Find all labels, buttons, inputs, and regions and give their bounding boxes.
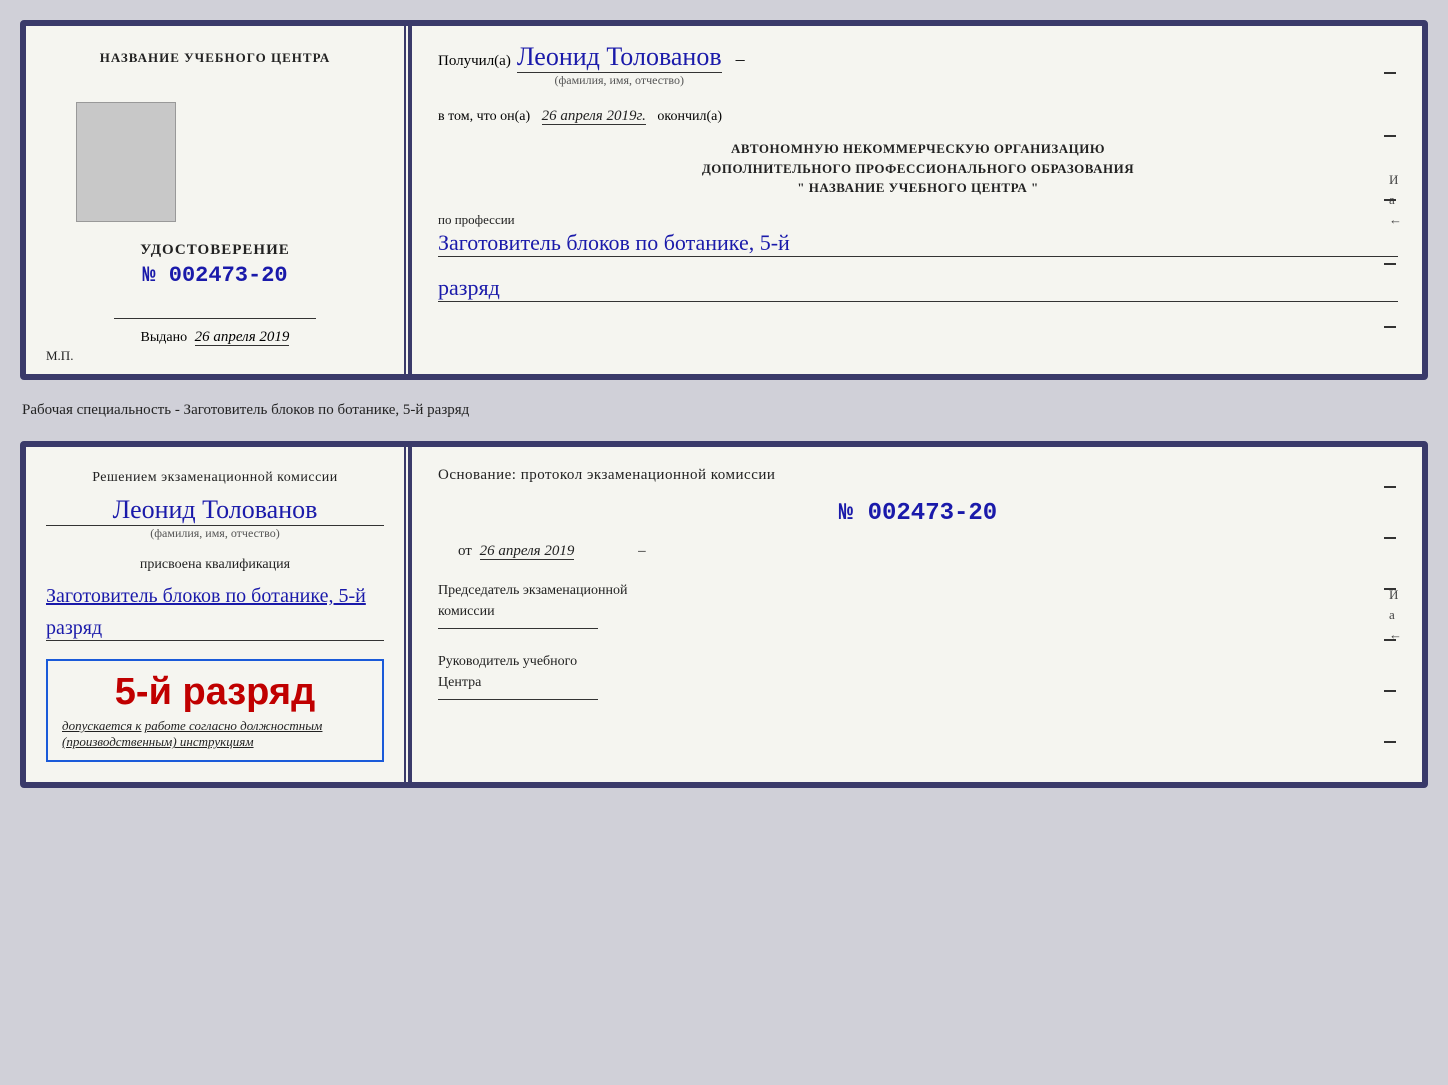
qualification-card: Решением экзаменационной комиссии Леонид… <box>20 441 1428 788</box>
org-line1: АВТОНОМНУЮ НЕКОММЕРЧЕСКУЮ ОРГАНИЗАЦИЮ <box>438 139 1398 159</box>
specialty-label: Рабочая специальность - Заготовитель бло… <box>20 398 1428 423</box>
qual-left-panel: Решением экзаменационной комиссии Леонид… <box>26 447 406 782</box>
director-title: Руководитель учебного <box>438 651 1398 672</box>
side-dash-1 <box>1384 72 1396 74</box>
admit-prefix: допускается к <box>62 718 142 733</box>
org-line2: ДОПОЛНИТЕЛЬНОГО ПРОФЕССИОНАЛЬНОГО ОБРАЗО… <box>438 159 1398 179</box>
qual-right-panel: Основание: протокол экзаменационной коми… <box>414 447 1422 782</box>
qual-side-dash-5 <box>1384 690 1396 692</box>
qual-side-dash-3 <box>1384 588 1396 590</box>
certificate-card-top: НАЗВАНИЕ УЧЕБНОГО ЦЕНТРА УДОСТОВЕРЕНИЕ №… <box>20 20 1428 380</box>
admit-italic: работе согласно должностным <box>145 718 323 733</box>
chairman-title2: комиссии <box>438 601 1398 622</box>
qual-side-dash-2 <box>1384 537 1396 539</box>
director-block: Руководитель учебного Центра <box>438 651 1398 700</box>
card-divider <box>408 26 412 374</box>
decision-text: Решением экзаменационной комиссии <box>46 467 384 489</box>
qual-rank: разряд <box>46 617 384 641</box>
date-prefix: в том, что он(а) <box>438 109 530 124</box>
photo-placeholder <box>76 102 176 222</box>
received-row: Получил(а) Леонид Толованов (фамилия, им… <box>438 46 1398 88</box>
recipient-name: Леонид Толованов <box>517 42 722 72</box>
qual-profession: Заготовитель блоков по ботанике, 5-й <box>46 583 384 609</box>
grade-display: 5-й разряд <box>62 671 368 714</box>
cert-right-panel: Получил(а) Леонид Толованов (фамилия, им… <box>414 26 1422 374</box>
director-title2: Центра <box>438 672 1398 693</box>
basis-number: № 002473-20 <box>438 500 1398 527</box>
cert-left-panel: НАЗВАНИЕ УЧЕБНОГО ЦЕНТРА УДОСТОВЕРЕНИЕ №… <box>26 26 406 374</box>
basis-title: Основание: протокол экзаменационной коми… <box>438 467 1398 484</box>
edge-char-arrow: ← <box>1389 212 1402 228</box>
received-label: Получил(а) <box>438 53 511 70</box>
edge-char-i: И <box>1389 172 1402 188</box>
basis-date-row: от 26 апреля 2019 – <box>438 543 1398 560</box>
qual-side-dash-1 <box>1384 486 1396 488</box>
side-dash-2 <box>1384 135 1396 137</box>
training-center-name-top: НАЗВАНИЕ УЧЕБНОГО ЦЕНТРА <box>100 50 331 66</box>
qual-side-dash-6 <box>1384 741 1396 743</box>
issued-line: Выдано 26 апреля 2019 <box>141 329 290 354</box>
director-signature-line <box>438 699 598 700</box>
udost-label: УДОСТОВЕРЕНИЕ <box>140 242 290 259</box>
org-line3: " НАЗВАНИЕ УЧЕБНОГО ЦЕНТРА " <box>438 178 1398 198</box>
basis-date-value: 26 апреля 2019 <box>480 543 575 560</box>
side-dash-5 <box>1384 326 1396 328</box>
dash-separator: – <box>736 49 745 70</box>
profession-value: Заготовитель блоков по ботанике, 5-й <box>438 230 1398 257</box>
qual-edge-char-a: а <box>1389 607 1402 623</box>
rank-value: разряд <box>438 275 1398 302</box>
side-dash-4 <box>1384 263 1396 265</box>
basis-dash: – <box>638 543 646 559</box>
qual-right-edge-decorations: И а ← <box>1389 587 1402 643</box>
profession-block: по профессии Заготовитель блоков по бота… <box>438 212 1398 257</box>
issued-date: 26 апреля 2019 <box>195 329 290 346</box>
admit-value: работе согласно должностным <box>145 718 323 733</box>
admit-value-2: (производственным) инструкциям <box>62 734 368 750</box>
side-dash-3 <box>1384 199 1396 201</box>
admit-text: допускается к работе согласно должностны… <box>62 718 368 750</box>
date-suffix: окончил(а) <box>657 109 722 124</box>
issued-label: Выдано <box>141 330 188 345</box>
qual-person-name: Леонид Толованов <box>46 495 384 526</box>
qual-name-subtitle: (фамилия, имя, отчество) <box>150 526 279 541</box>
assigned-label: присвоена квалификация <box>46 557 384 573</box>
grade-box: 5-й разряд допускается к работе согласно… <box>46 659 384 762</box>
profession-label: по профессии <box>438 212 1398 228</box>
completion-date: 26 апреля 2019г. <box>542 108 646 125</box>
chairman-title: Председатель экзаменационной <box>438 580 1398 601</box>
mp-stamp: М.П. <box>46 348 73 364</box>
qual-side-dash-4 <box>1384 639 1396 641</box>
name-subtitle: (фамилия, имя, отчество) <box>517 72 722 88</box>
chairman-signature-line <box>438 628 598 629</box>
chairman-block: Председатель экзаменационной комиссии <box>438 580 1398 629</box>
cert-number-top: № 002473-20 <box>142 263 287 288</box>
qual-card-divider <box>408 447 412 782</box>
basis-date-prefix: от <box>458 543 472 559</box>
page-wrapper: НАЗВАНИЕ УЧЕБНОГО ЦЕНТРА УДОСТОВЕРЕНИЕ №… <box>20 20 1428 788</box>
date-row: в том, что он(а) 26 апреля 2019г. окончи… <box>438 108 1398 125</box>
org-block: АВТОНОМНУЮ НЕКОММЕРЧЕСКУЮ ОРГАНИЗАЦИЮ ДО… <box>438 139 1398 198</box>
